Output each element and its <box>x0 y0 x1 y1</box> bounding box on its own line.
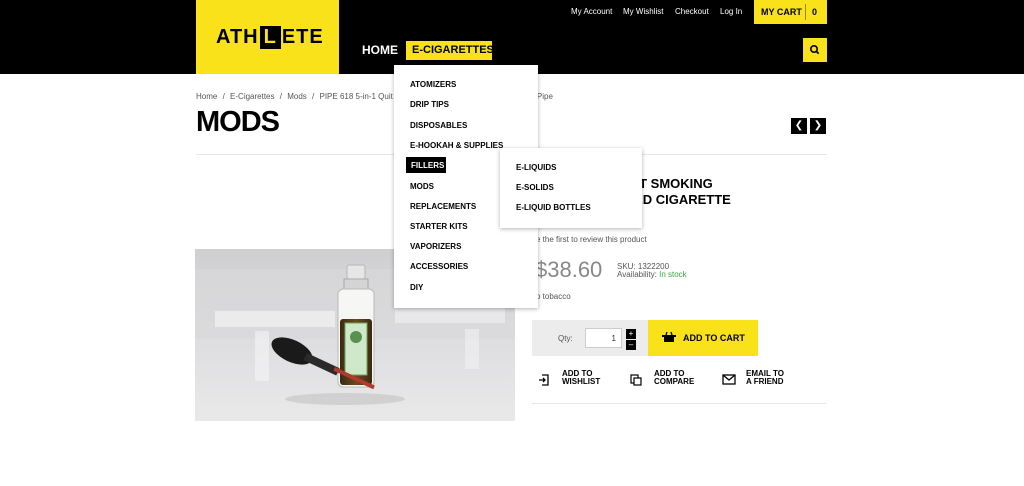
fillers-submenu: E-LIQUIDS E-SOLIDS E-LIQUID BOTTLES <box>500 148 642 228</box>
availability-label: Availability: <box>617 270 657 279</box>
menu-item-diy[interactable]: DIY <box>410 283 423 292</box>
next-arrow-icon: ❯ <box>813 120 823 131</box>
submenu-item-e-solids[interactable]: E-SOLIDS <box>516 183 554 192</box>
logo[interactable]: ATH L ETE <box>196 0 339 74</box>
review-link[interactable]: e the first to review this product <box>536 235 647 244</box>
short-description: o tobacco <box>536 292 571 301</box>
menu-item-accessories[interactable]: ACCESSORIES <box>410 262 468 271</box>
login-link[interactable]: Log In <box>720 7 742 16</box>
nav-e-cigarettes[interactable]: E-CIGARETTES <box>406 41 494 60</box>
next-product-button[interactable]: ❯ <box>810 118 826 134</box>
email-friend-label: EMAIL TO A FRIEND <box>746 370 784 386</box>
availability-line: Availability: In stock <box>617 270 687 279</box>
breadcrumb: Home / E-Cigarettes / Mods / PIPE 618 5-… <box>196 92 400 101</box>
breadcrumb-home[interactable]: Home <box>196 92 217 101</box>
availability-status: In stock <box>659 270 687 279</box>
product-price: $38.60 <box>535 257 603 282</box>
logo-text-end: ETE <box>281 26 324 48</box>
menu-item-fillers[interactable]: FILLERS <box>406 157 446 173</box>
menu-item-fillers-label: FILLERS <box>411 161 445 170</box>
qty-decrease-button[interactable]: – <box>626 340 636 350</box>
search-button[interactable] <box>803 38 827 62</box>
search-icon <box>810 45 820 55</box>
add-to-wishlist-label: ADD TO WISHLIST <box>562 370 600 386</box>
menu-item-atomizers[interactable]: ATOMIZERS <box>410 80 456 89</box>
top-bar <box>0 0 1024 24</box>
nav-e-cigarettes-label: E-CIGARETTES <box>412 44 494 56</box>
email-icon <box>722 374 736 385</box>
breadcrumb-separator: / <box>222 92 225 101</box>
breadcrumb-separator: / <box>279 92 282 101</box>
menu-item-drip-tips[interactable]: DRIP TIPS <box>410 100 449 109</box>
page-title: MODS <box>196 106 280 138</box>
add-to-compare-label-line2: COMPARE <box>654 377 695 386</box>
minus-icon: – <box>628 340 634 349</box>
my-account-link[interactable]: My Account <box>571 7 612 16</box>
plus-icon: + <box>628 329 634 338</box>
checkout-link[interactable]: Checkout <box>675 7 709 16</box>
add-to-compare-label: ADD TO COMPARE <box>654 370 694 386</box>
breadcrumb-separator: / <box>312 92 315 101</box>
qty-increase-button[interactable]: + <box>626 329 636 339</box>
menu-item-vaporizers[interactable]: VAPORIZERS <box>410 242 461 251</box>
actions-divider <box>532 403 826 404</box>
my-cart-label: MY CART <box>761 7 802 17</box>
my-cart-button[interactable]: MY CART 0 <box>754 0 827 24</box>
nav-home[interactable]: HOME <box>362 43 398 57</box>
submenu-item-e-liquid-bottles[interactable]: E-LIQUID BOTTLES <box>516 203 591 212</box>
add-to-cart-label: ADD TO CART <box>683 333 745 343</box>
menu-item-starter-kits[interactable]: STARTER KITS <box>410 222 468 231</box>
logo-text-start: ATH <box>216 26 259 48</box>
breadcrumb-mods[interactable]: Mods <box>287 92 307 101</box>
logo-box-letter: L <box>259 26 281 49</box>
email-friend-label-line2: A FRIEND <box>746 377 784 386</box>
wishlist-icon <box>539 374 549 386</box>
breadcrumb-current: PIPE 618 5-in-1 Quit S <box>319 92 401 101</box>
qty-input[interactable] <box>585 328 622 348</box>
menu-item-mods[interactable]: MODS <box>410 182 434 191</box>
add-to-wishlist-label-line2: WISHLIST <box>562 377 601 386</box>
my-wishlist-link[interactable]: My Wishlist <box>623 7 663 16</box>
cart-icon <box>662 332 676 342</box>
prev-product-button[interactable]: ❮ <box>791 118 807 134</box>
prev-arrow-icon: ❮ <box>794 120 804 131</box>
menu-item-e-hookah[interactable]: E-HOOKAH & SUPPLIES <box>410 141 503 150</box>
compare-icon <box>630 374 642 386</box>
add-to-cart-button[interactable]: ADD TO CART <box>648 320 758 356</box>
breadcrumb-e-cigarettes[interactable]: E-Cigarettes <box>230 92 274 101</box>
menu-item-replacements[interactable]: REPLACEMENTS <box>410 202 476 211</box>
cart-count: 0 <box>812 7 818 17</box>
cart-divider <box>805 4 806 20</box>
menu-item-disposables[interactable]: DISPOSABLES <box>410 121 467 130</box>
qty-label: Qty: <box>558 334 573 343</box>
submenu-item-e-liquids[interactable]: E-LIQUIDS <box>516 163 556 172</box>
